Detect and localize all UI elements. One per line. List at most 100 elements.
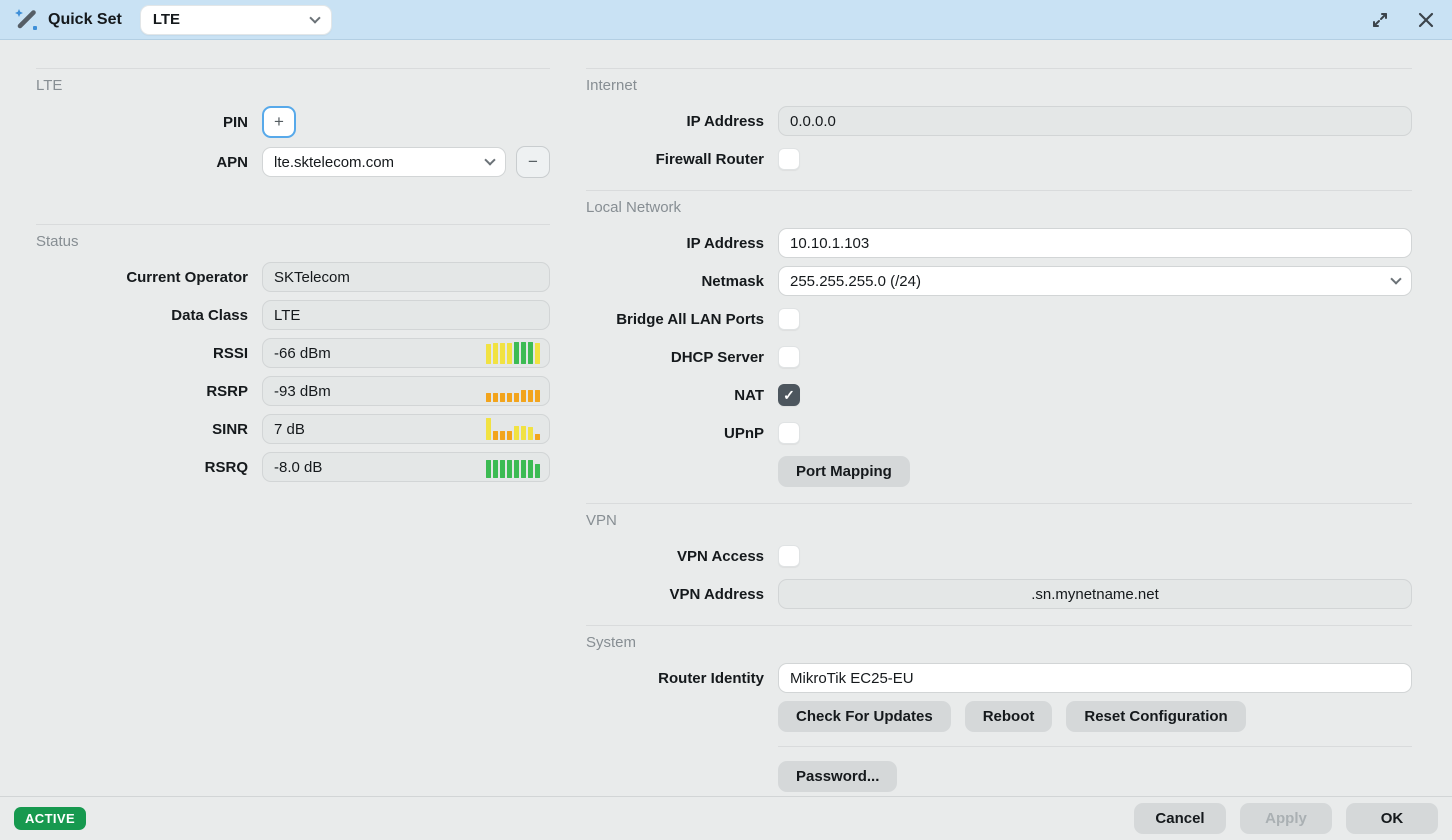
- sinr-signal-bars: [486, 417, 540, 440]
- port-mapping-row: Port Mapping: [586, 456, 1412, 487]
- system-divider: [778, 746, 1412, 747]
- router-identity-label: Router Identity: [658, 669, 764, 687]
- apn-label: APN: [216, 153, 248, 171]
- upnp-label: UPnP: [723, 424, 764, 442]
- rsrq-signal-bars: [486, 455, 540, 478]
- window-title: Quick Set: [48, 10, 122, 28]
- firewall-router-checkbox[interactable]: ✓: [778, 148, 800, 170]
- quickset-mode-value: LTE: [152, 11, 181, 28]
- rssi-field: -66 dBm: [262, 338, 550, 368]
- port-mapping-button[interactable]: Port Mapping: [778, 456, 910, 487]
- rsrp-field: -93 dBm: [262, 376, 550, 406]
- detach-window-icon[interactable]: [1370, 10, 1390, 30]
- chevron-down-icon: [309, 11, 321, 24]
- data-class-value: LTE: [262, 300, 550, 330]
- section-status: Status Current Operator SKTelecom Data C…: [36, 224, 550, 482]
- apply-button[interactable]: Apply: [1240, 803, 1332, 834]
- nat-row: NAT ✓: [586, 380, 1412, 410]
- sinr-field: 7 dB: [262, 414, 550, 444]
- chevron-down-icon: [1390, 273, 1402, 285]
- pin-label: PIN: [222, 113, 248, 131]
- quickset-dialog: Quick Set LTE LTE PIN + APN lte.skteleco…: [0, 0, 1452, 840]
- section-system: System Router Identity Check For Updates…: [586, 625, 1412, 792]
- bridge-lan-checkbox[interactable]: ✓: [778, 308, 800, 330]
- rssi-label: RSSI: [212, 344, 248, 362]
- dhcp-server-checkbox[interactable]: ✓: [778, 346, 800, 368]
- section-header-vpn: VPN: [586, 512, 617, 529]
- firewall-router-row: Firewall Router ✓: [586, 144, 1412, 174]
- firewall-router-label: Firewall Router: [655, 150, 764, 168]
- password-row: Password...: [586, 761, 1412, 792]
- data-class-label: Data Class: [171, 306, 248, 324]
- ok-button[interactable]: OK: [1346, 803, 1438, 834]
- apn-remove-button[interactable]: −: [516, 146, 550, 178]
- bridge-lan-row: Bridge All LAN Ports ✓: [586, 304, 1412, 334]
- section-header-local-network: Local Network: [586, 199, 682, 216]
- close-icon[interactable]: [1416, 10, 1436, 30]
- netmask-label: Netmask: [701, 272, 764, 290]
- system-buttons-row: Check For Updates Reboot Reset Configura…: [586, 701, 1412, 732]
- dialog-body: LTE PIN + APN lte.sktelecom.com − Status…: [0, 40, 1452, 796]
- upnp-row: UPnP ✓: [586, 418, 1412, 448]
- section-header-system: System: [586, 634, 637, 651]
- footer-bar: ACTIVE Cancel Apply OK: [0, 796, 1452, 840]
- status-badge: ACTIVE: [14, 807, 87, 830]
- lan-ip-label: IP Address: [686, 234, 764, 252]
- cancel-button[interactable]: Cancel: [1134, 803, 1226, 834]
- apn-select[interactable]: lte.sktelecom.com: [262, 147, 506, 177]
- rsrq-field: -8.0 dB: [262, 452, 550, 482]
- vpn-access-checkbox[interactable]: ✓: [778, 545, 800, 567]
- sinr-value: 7 dB: [274, 420, 305, 438]
- apn-row: APN lte.sktelecom.com −: [36, 146, 550, 178]
- bridge-lan-label: Bridge All LAN Ports: [616, 310, 764, 328]
- rsrp-value: -93 dBm: [274, 382, 331, 400]
- netmask-row: Netmask 255.255.255.0 (/24): [586, 266, 1412, 296]
- rssi-row: RSSI -66 dBm: [36, 338, 550, 368]
- rsrp-row: RSRP -93 dBm: [36, 376, 550, 406]
- rsrq-value: -8.0 dB: [274, 458, 323, 476]
- internet-ip-label: IP Address: [686, 112, 764, 130]
- internet-ip-value: 0.0.0.0: [778, 106, 1412, 136]
- rsrq-label: RSRQ: [204, 458, 248, 476]
- vpn-address-row: VPN Address .sn.mynetname.net: [586, 579, 1412, 609]
- password-button[interactable]: Password...: [778, 761, 898, 792]
- pin-add-button[interactable]: +: [262, 106, 296, 138]
- section-header-status: Status: [36, 233, 79, 250]
- reset-configuration-button[interactable]: Reset Configuration: [1066, 701, 1246, 732]
- current-operator-value: SKTelecom: [262, 262, 550, 292]
- section-header-internet: Internet: [586, 77, 637, 94]
- current-operator-label: Current Operator: [126, 268, 248, 286]
- router-identity-row: Router Identity: [586, 663, 1412, 693]
- netmask-select[interactable]: 255.255.255.0 (/24): [778, 266, 1412, 296]
- netmask-value: 255.255.255.0 (/24): [790, 272, 921, 290]
- rsrp-label: RSRP: [206, 382, 248, 400]
- dhcp-server-label: DHCP Server: [670, 348, 764, 366]
- section-lte: LTE PIN + APN lte.sktelecom.com −: [36, 68, 550, 178]
- sinr-row: SINR 7 dB: [36, 414, 550, 444]
- rsrp-signal-bars: [486, 379, 540, 402]
- sinr-label: SINR: [212, 420, 248, 438]
- section-internet: Internet IP Address 0.0.0.0 Firewall Rou…: [586, 68, 1412, 174]
- current-operator-row: Current Operator SKTelecom: [36, 262, 550, 292]
- dhcp-server-row: DHCP Server ✓: [586, 342, 1412, 372]
- quickset-mode-select[interactable]: LTE: [139, 4, 332, 35]
- rssi-value: -66 dBm: [274, 344, 331, 362]
- lan-ip-row: IP Address: [586, 228, 1412, 258]
- rssi-signal-bars: [486, 341, 540, 364]
- section-local-network: Local Network IP Address Netmask 255.255…: [586, 190, 1412, 487]
- vpn-access-label: VPN Access: [677, 547, 764, 565]
- reboot-button[interactable]: Reboot: [964, 701, 1053, 732]
- magic-wand-icon: [15, 8, 37, 30]
- pin-row: PIN +: [36, 106, 550, 138]
- check-for-updates-button[interactable]: Check For Updates: [778, 701, 951, 732]
- lan-ip-input[interactable]: [778, 228, 1412, 258]
- vpn-address-value: .sn.mynetname.net: [778, 579, 1412, 609]
- titlebar: Quick Set LTE: [0, 0, 1452, 40]
- upnp-checkbox[interactable]: ✓: [778, 422, 800, 444]
- nat-checkbox[interactable]: ✓: [778, 384, 800, 406]
- router-identity-input[interactable]: [778, 663, 1412, 693]
- vpn-address-label: VPN Address: [669, 585, 764, 603]
- rsrq-row: RSRQ -8.0 dB: [36, 452, 550, 482]
- internet-ip-row: IP Address 0.0.0.0: [586, 106, 1412, 136]
- vpn-access-row: VPN Access ✓: [586, 541, 1412, 571]
